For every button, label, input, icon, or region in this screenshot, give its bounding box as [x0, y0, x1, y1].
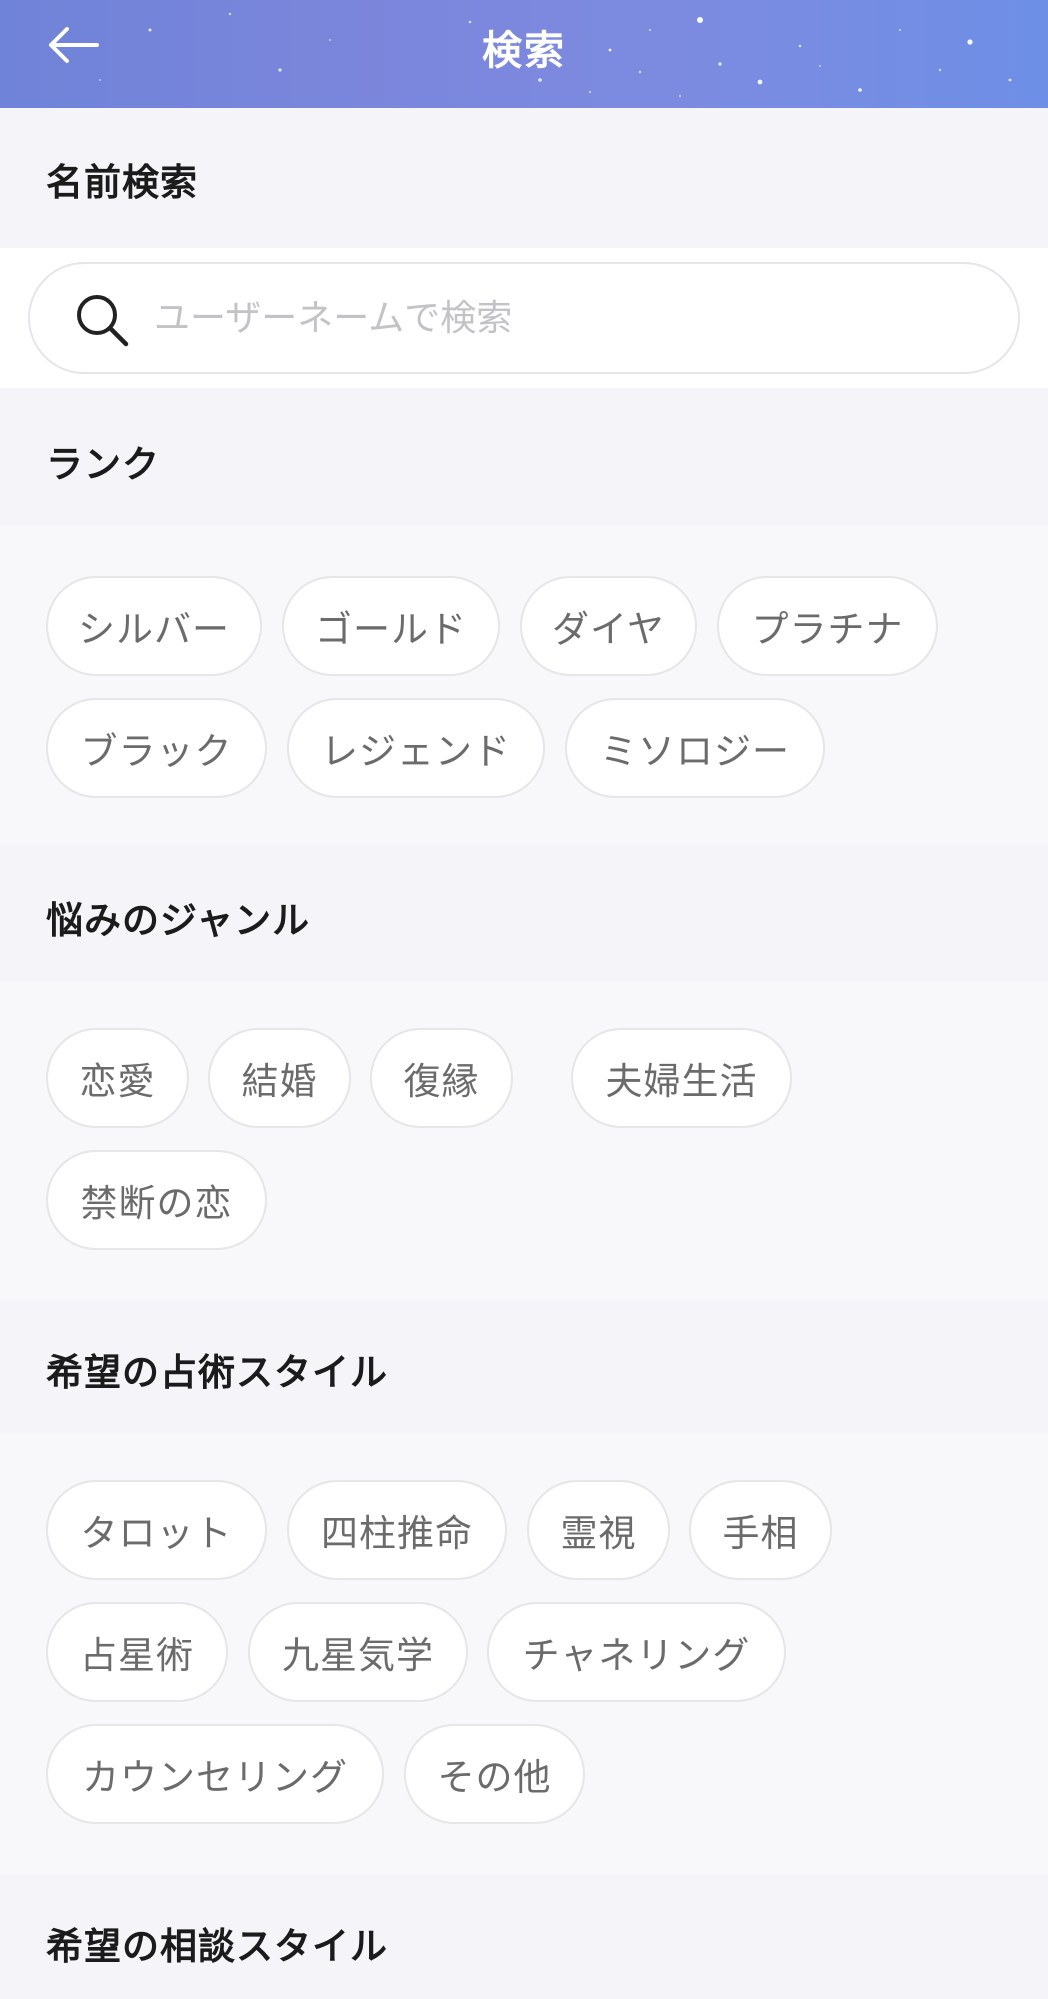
search-icon	[77, 295, 129, 347]
rank-chip-black[interactable]: ブラック	[46, 698, 267, 798]
genre-chip-married-life[interactable]: 夫婦生活	[571, 1028, 792, 1128]
divination-style-options: タロット 四柱推命 霊視 手相 占星術 九星気学 チャネリング カウンセリング …	[0, 1434, 1048, 1874]
divination-style-section-header: 希望の占術スタイル	[0, 1300, 1048, 1434]
name-search-heading: 名前検索	[46, 161, 198, 204]
rank-chip-platinum[interactable]: プラチナ	[717, 576, 938, 676]
style-chip-counseling[interactable]: カウンセリング	[46, 1724, 384, 1824]
consultation-style-section-header: 希望の相談スタイル	[0, 1874, 1048, 1999]
style-chip-nine-star-ki[interactable]: 九星気学	[248, 1602, 468, 1702]
consultation-style-heading: 希望の相談スタイル	[46, 1925, 388, 1968]
search-input[interactable]	[154, 286, 974, 350]
page-title: 検索	[482, 28, 566, 74]
style-chip-channeling[interactable]: チャネリング	[487, 1602, 786, 1702]
rank-options: シルバー ゴールド ダイヤ プラチナ ブラック レジェンド ミソロジー	[0, 526, 1048, 844]
search-box[interactable]	[28, 262, 1020, 374]
rank-chip-silver[interactable]: シルバー	[46, 576, 262, 676]
style-chip-astrology[interactable]: 占星術	[46, 1602, 228, 1702]
worry-genre-heading: 悩みのジャンル	[46, 899, 311, 942]
style-chip-tarot[interactable]: タロット	[46, 1480, 267, 1580]
style-chip-palmistry[interactable]: 手相	[689, 1480, 832, 1580]
worry-genre-section-header: 悩みのジャンル	[0, 844, 1048, 982]
name-search-section-header: 名前検索	[0, 108, 1048, 248]
style-chip-clairvoyance[interactable]: 霊視	[527, 1480, 670, 1580]
rank-chip-diamond[interactable]: ダイヤ	[520, 576, 697, 676]
divination-style-heading: 希望の占術スタイル	[46, 1351, 388, 1394]
search-area	[0, 248, 1048, 388]
rank-chip-mythology[interactable]: ミソロジー	[565, 698, 825, 798]
genre-chip-marriage[interactable]: 結婚	[208, 1028, 351, 1128]
rank-chip-legend[interactable]: レジェンド	[287, 698, 545, 798]
rank-chip-gold[interactable]: ゴールド	[282, 576, 500, 676]
app-header: 検索	[0, 0, 1048, 108]
rank-section-header: ランク	[0, 388, 1048, 526]
style-chip-other[interactable]: その他	[404, 1724, 585, 1824]
genre-chip-reconciliation[interactable]: 復縁	[370, 1028, 513, 1128]
genre-chip-forbidden-love[interactable]: 禁断の恋	[46, 1150, 267, 1250]
worry-genre-options: 恋愛 結婚 復縁 夫婦生活 禁断の恋	[0, 982, 1048, 1300]
rank-heading: ランク	[46, 443, 160, 486]
style-chip-four-pillars[interactable]: 四柱推命	[287, 1480, 507, 1580]
genre-chip-love[interactable]: 恋愛	[46, 1028, 189, 1128]
